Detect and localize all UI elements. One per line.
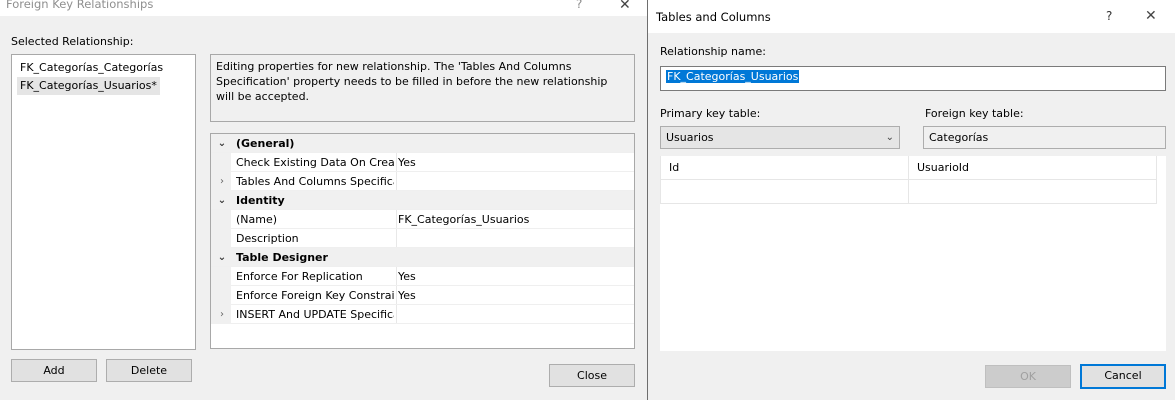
property-name: Table Designer [236, 251, 328, 264]
help-icon[interactable]: ? [576, 0, 582, 11]
primary-key-table-value: Usuarios [666, 131, 714, 144]
list-item[interactable]: FK_Categorías_Categorías [17, 59, 166, 77]
chevron-down-icon[interactable]: ⌄ [216, 248, 228, 267]
property-row[interactable]: Enforce For Replication Yes [211, 267, 634, 286]
property-row[interactable]: › INSERT And UPDATE Specifica [211, 305, 634, 324]
relationship-name-label: Relationship name: [660, 45, 766, 58]
column-mapping-grid[interactable]: Id UsuarioId [660, 156, 1166, 351]
property-name: Enforce Foreign Key Constrair [236, 289, 394, 302]
fk-column-cell[interactable]: UsuarioId [909, 156, 1157, 180]
primary-key-table-label: Primary key table: [660, 107, 761, 120]
relationship-list[interactable]: FK_Categorías_Categorías FK_Categorías_U… [11, 54, 196, 350]
property-value[interactable] [396, 172, 632, 190]
tc-dialog-title: Tables and Columns [656, 10, 771, 24]
property-name: (Name) [236, 213, 278, 226]
tables-and-columns-dialog: Tables and Columns ? ✕ Relationship name… [647, 0, 1175, 400]
property-name: (General) [236, 137, 295, 150]
foreign-key-table-label: Foreign key table: [925, 107, 1024, 120]
property-category-row[interactable]: ⌄ Table Designer [211, 248, 634, 267]
list-item-selected[interactable]: FK_Categorías_Usuarios* [17, 77, 160, 95]
relationship-name-input[interactable]: FK_Categorías_Usuarios [660, 66, 1166, 91]
property-value[interactable] [396, 305, 632, 323]
property-name: Identity [236, 194, 285, 207]
property-gutter [211, 153, 231, 172]
help-icon[interactable]: ? [1106, 9, 1112, 23]
chevron-right-icon[interactable]: › [216, 305, 228, 324]
add-button[interactable]: Add [11, 359, 97, 382]
property-row[interactable]: Description [211, 229, 634, 248]
property-row[interactable]: (Name) FK_Categorías_Usuarios [211, 210, 634, 229]
chevron-down-icon[interactable]: ⌄ [216, 191, 228, 210]
property-category-row[interactable]: ⌄ (General) [211, 134, 634, 153]
tc-dialog-titlebar: Tables and Columns ? ✕ [648, 0, 1175, 33]
property-gutter [211, 286, 231, 305]
property-value[interactable]: Yes [396, 267, 632, 285]
property-value[interactable]: Yes [396, 286, 632, 304]
property-row[interactable]: Check Existing Data On Creat Yes [211, 153, 634, 172]
delete-button[interactable]: Delete [106, 359, 192, 382]
relationship-name-value: FK_Categorías_Usuarios [666, 70, 800, 83]
foreign-key-table-value: Categorías [929, 131, 989, 144]
pk-column-cell[interactable] [660, 180, 909, 204]
selected-relationship-label: Selected Relationship: [11, 35, 134, 48]
table-row[interactable]: Id UsuarioId [660, 156, 1157, 180]
property-grid[interactable]: ⌄ (General) Check Existing Data On Creat Ye… [210, 133, 635, 349]
chevron-down-icon: ⌄ [885, 132, 894, 143]
property-value[interactable]: Yes [396, 153, 632, 171]
chevron-down-icon[interactable]: ⌄ [216, 134, 228, 153]
close-icon[interactable]: ✕ [619, 0, 631, 13]
property-gutter [211, 210, 231, 229]
close-icon[interactable]: ✕ [1145, 8, 1157, 24]
close-button[interactable]: Close [549, 364, 635, 387]
info-message: Editing properties for new relationship.… [210, 54, 635, 122]
property-name: Tables And Columns Specifica [236, 175, 394, 188]
pk-column-cell[interactable]: Id [660, 156, 909, 180]
property-name: INSERT And UPDATE Specifica [236, 308, 394, 321]
fk-dialog-titlebar: Foreign Key Relationships ? ✕ [0, 0, 647, 16]
property-row[interactable]: Enforce Foreign Key Constrair Yes [211, 286, 634, 305]
table-row[interactable] [660, 180, 1157, 204]
foreign-key-table-field: Categorías [923, 126, 1166, 149]
cancel-button[interactable]: Cancel [1080, 364, 1166, 389]
property-gutter [211, 229, 231, 248]
property-value[interactable] [396, 229, 632, 247]
property-value[interactable]: FK_Categorías_Usuarios [396, 210, 632, 228]
chevron-right-icon[interactable]: › [216, 172, 228, 191]
fk-dialog-title: Foreign Key Relationships [6, 0, 154, 11]
ok-button[interactable]: OK [985, 365, 1071, 388]
property-name: Check Existing Data On Creat [236, 156, 394, 169]
fk-column-cell[interactable] [909, 180, 1157, 204]
property-name: Enforce For Replication [236, 270, 363, 283]
foreign-key-relationships-dialog: Foreign Key Relationships ? ✕ Selected R… [0, 0, 647, 400]
property-name: Description [236, 232, 299, 245]
property-category-row[interactable]: ⌄ Identity [211, 191, 634, 210]
primary-key-table-select[interactable]: Usuarios ⌄ [660, 126, 900, 149]
property-gutter [211, 267, 231, 286]
property-row[interactable]: › Tables And Columns Specifica [211, 172, 634, 191]
